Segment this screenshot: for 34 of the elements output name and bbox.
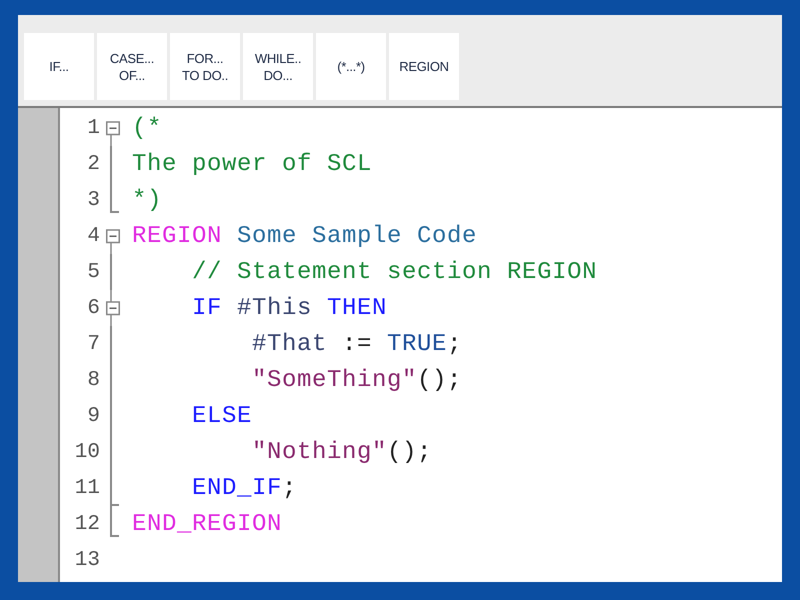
code-line: *)	[132, 186, 162, 214]
code-line: END_IF;	[191, 474, 298, 502]
snippet-button[interactable]: (*...*)	[316, 33, 386, 100]
line-number: 10	[74, 440, 100, 464]
code-line: REGION Some Sample Code	[132, 222, 478, 250]
line-number: 8	[86, 368, 100, 392]
snippet-button[interactable]: CASE... OF...	[97, 33, 167, 100]
code-line: "SomeThing"();	[251, 366, 462, 394]
collapse-icon[interactable]	[106, 290, 120, 326]
line-number: 1	[86, 116, 100, 140]
code-line: END_REGION	[132, 510, 282, 538]
snippet-button[interactable]: IF...	[24, 33, 94, 100]
snippet-button[interactable]: REGION	[389, 33, 459, 100]
line-number: 12	[74, 512, 100, 536]
line-number: 6	[86, 296, 100, 320]
code-line: #That := TRUE;	[251, 330, 462, 358]
snippet-button[interactable]: FOR... TO DO..	[170, 33, 240, 100]
code-line: "Nothing"();	[251, 438, 432, 466]
fold-guide	[110, 146, 112, 182]
line-number: 2	[86, 152, 100, 176]
line-number: 3	[86, 188, 100, 212]
line-number: 7	[86, 332, 100, 356]
fold-guide	[110, 254, 112, 290]
code-line: ELSE	[191, 402, 252, 430]
code-line: IF #This THEN	[191, 294, 388, 322]
code-line: (*	[132, 114, 162, 142]
line-number: 5	[86, 260, 100, 284]
line-number: 13	[74, 548, 100, 572]
code-line: // Statement section REGION	[191, 258, 598, 286]
line-number: 4	[86, 224, 100, 248]
snippet-button[interactable]: WHILE.. DO...	[243, 33, 313, 100]
line-number: 9	[86, 404, 100, 428]
line-number: 11	[74, 476, 100, 500]
code-line: The power of SCL	[132, 150, 372, 178]
